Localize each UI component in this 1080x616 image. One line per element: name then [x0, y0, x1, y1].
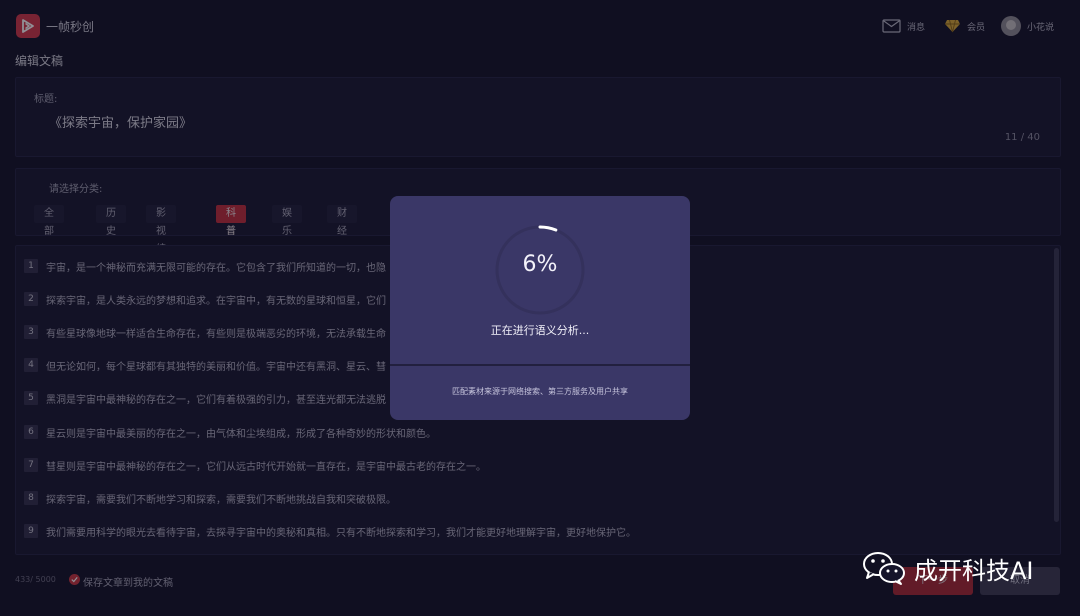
analysis-progress-dialog: 6% 正在进行语义分析... 匹配素材来源于网络搜索、第三方服务及用户共享	[390, 196, 690, 420]
watermark: 成开科技AI	[862, 548, 1034, 588]
wechat-icon	[863, 552, 905, 585]
progress-percent: 6%	[522, 252, 558, 277]
progress-status: 正在进行语义分析...	[490, 324, 590, 337]
watermark-text: 成开科技AI	[914, 556, 1034, 585]
modal-divider	[390, 364, 690, 366]
source-note: 匹配素材来源于网络搜索、第三方服务及用户共享	[452, 387, 628, 396]
